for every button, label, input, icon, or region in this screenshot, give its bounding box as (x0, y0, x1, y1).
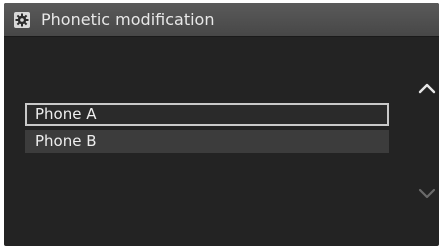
list-item-label: Phone A (35, 105, 97, 123)
list-item-label: Phone B (35, 132, 97, 150)
scroll-up-button[interactable] (417, 80, 437, 96)
title-bar: Phonetic modification (4, 3, 439, 37)
list-item-phone-b[interactable]: Phone B (25, 130, 389, 153)
scroll-down-button[interactable] (417, 186, 437, 202)
phone-list: Phone A Phone B (25, 103, 389, 157)
phonetic-modification-screen: Phonetic modification Phone A Phone B (4, 3, 439, 246)
gear-icon (14, 12, 30, 28)
chevron-down-icon (418, 188, 436, 199)
chevron-up-icon (418, 83, 436, 94)
list-item-phone-a[interactable]: Phone A (25, 103, 389, 126)
page-title: Phonetic modification (41, 10, 215, 29)
